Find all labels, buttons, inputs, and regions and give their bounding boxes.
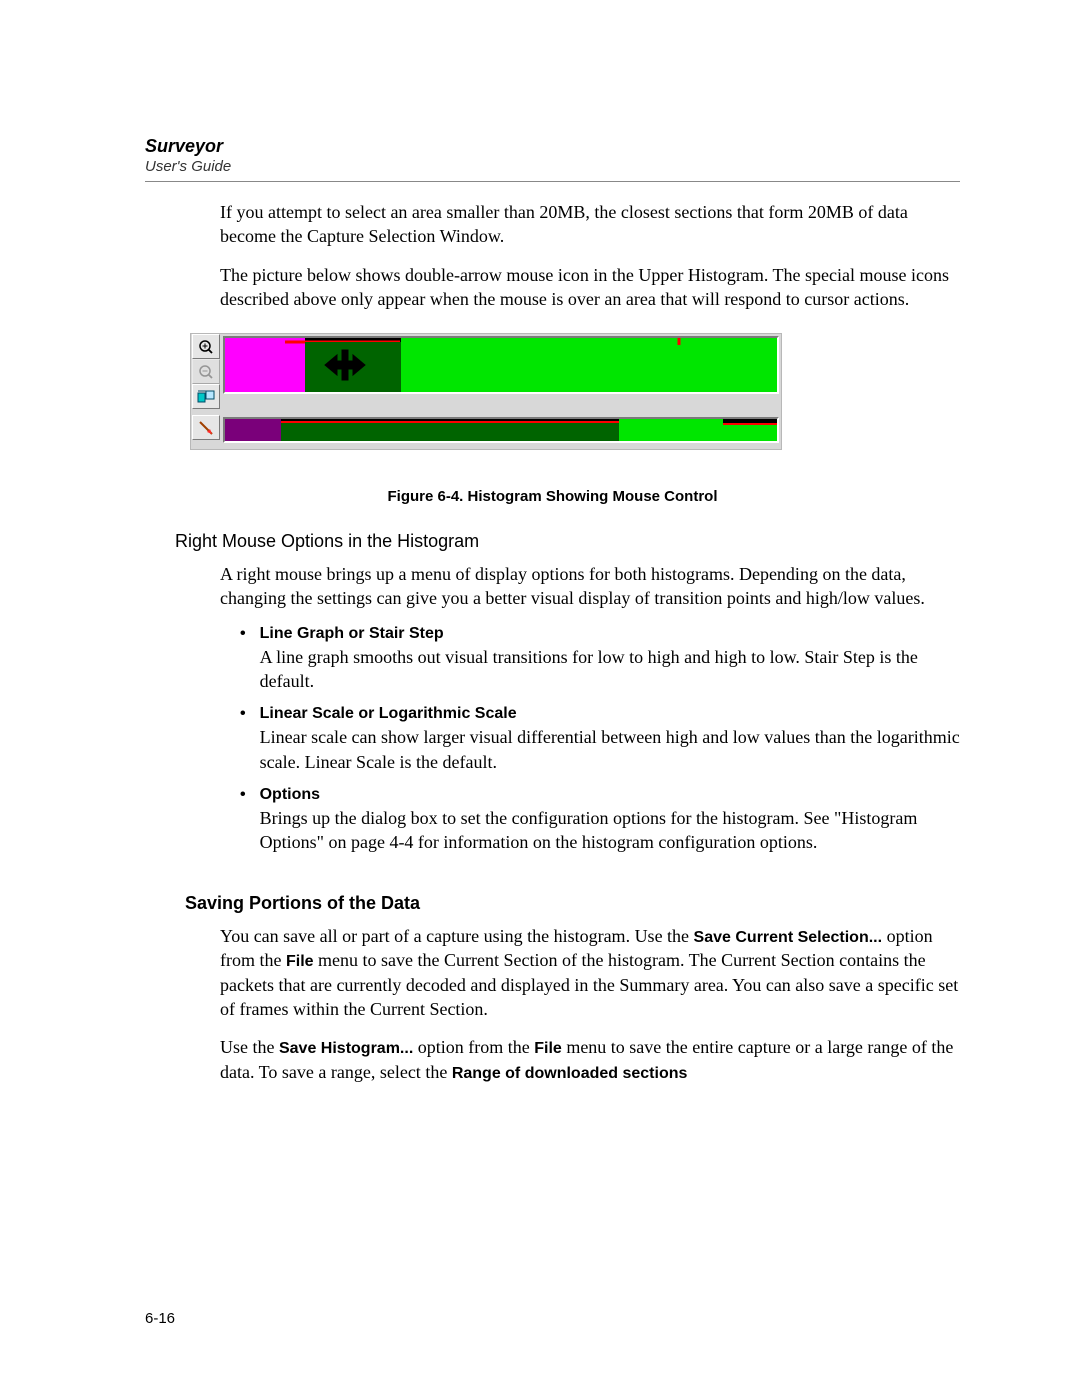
running-header: Surveyor User's Guide	[145, 135, 960, 182]
upper-histogram	[225, 338, 777, 392]
options-list: • Line Graph or Stair Step A line graph …	[240, 625, 960, 867]
document-page: Surveyor User's Guide If you attempt to …	[0, 0, 1080, 1397]
intro-paragraph-1: If you attempt to select an area smaller…	[220, 200, 960, 249]
bullet-body: Linear scale can show larger visual diff…	[260, 725, 960, 774]
bullet-body: A line graph smooths out visual transiti…	[260, 645, 960, 694]
histogram-toolbar	[191, 334, 221, 409]
fit-window-button[interactable]	[192, 384, 220, 409]
zoom-out-icon	[198, 364, 214, 380]
bullet-title: Line Graph or Stair Step	[260, 625, 960, 643]
saving-paragraph-2: Use the Save Histogram... option from th…	[220, 1035, 960, 1084]
fit-window-icon	[197, 390, 215, 404]
menu-file-1: File	[286, 953, 314, 970]
lower-histogram-panel[interactable]	[223, 417, 779, 443]
saving-p1-post: menu to save the Current Section of the …	[220, 950, 958, 1019]
saving-p2-pre: Use the	[220, 1037, 279, 1057]
saving-p1-pre: You can save all or part of a capture us…	[220, 926, 694, 946]
list-item: • Line Graph or Stair Step A line graph …	[240, 625, 960, 706]
doc-subtitle: User's Guide	[145, 158, 960, 175]
option-range-of-downloaded-sections: Range of downloaded sections	[452, 1065, 688, 1082]
double-arrow-cursor-icon	[323, 346, 367, 389]
pointer-tool-icon	[198, 420, 214, 436]
menu-item-save-current-selection: Save Current Selection...	[694, 929, 883, 946]
bullet-body: Brings up the dialog box to set the conf…	[260, 806, 960, 855]
zoom-out-button[interactable]	[192, 359, 220, 384]
intro-paragraph-2: The picture below shows double-arrow mou…	[220, 263, 960, 312]
upper-histogram-panel[interactable]	[223, 336, 779, 394]
menu-file-2: File	[534, 1040, 562, 1057]
histogram-figure	[190, 333, 782, 450]
section-heading-saving: Saving Portions of the Data	[185, 893, 960, 914]
list-item: • Linear Scale or Logarithmic Scale Line…	[240, 705, 960, 786]
zoom-in-icon	[198, 339, 214, 355]
subsection-heading-rightmouse: Right Mouse Options in the Histogram	[175, 531, 960, 552]
doc-title: Surveyor	[145, 135, 960, 158]
list-item: • Options Brings up the dialog box to se…	[240, 786, 960, 867]
page-number: 6-16	[145, 1310, 175, 1327]
bullet-title: Linear Scale or Logarithmic Scale	[260, 705, 960, 723]
pointer-tool-button[interactable]	[192, 415, 220, 440]
figure-caption: Figure 6-4. Histogram Showing Mouse Cont…	[145, 488, 960, 505]
bullet-title: Options	[260, 786, 960, 804]
lower-histogram	[225, 419, 777, 441]
saving-paragraph-1: You can save all or part of a capture us…	[220, 924, 960, 1022]
zoom-in-button[interactable]	[192, 334, 220, 359]
rightmouse-paragraph: A right mouse brings up a menu of displa…	[220, 562, 960, 611]
menu-item-save-histogram: Save Histogram...	[279, 1040, 413, 1057]
saving-p2-mid1: option from the	[413, 1037, 534, 1057]
